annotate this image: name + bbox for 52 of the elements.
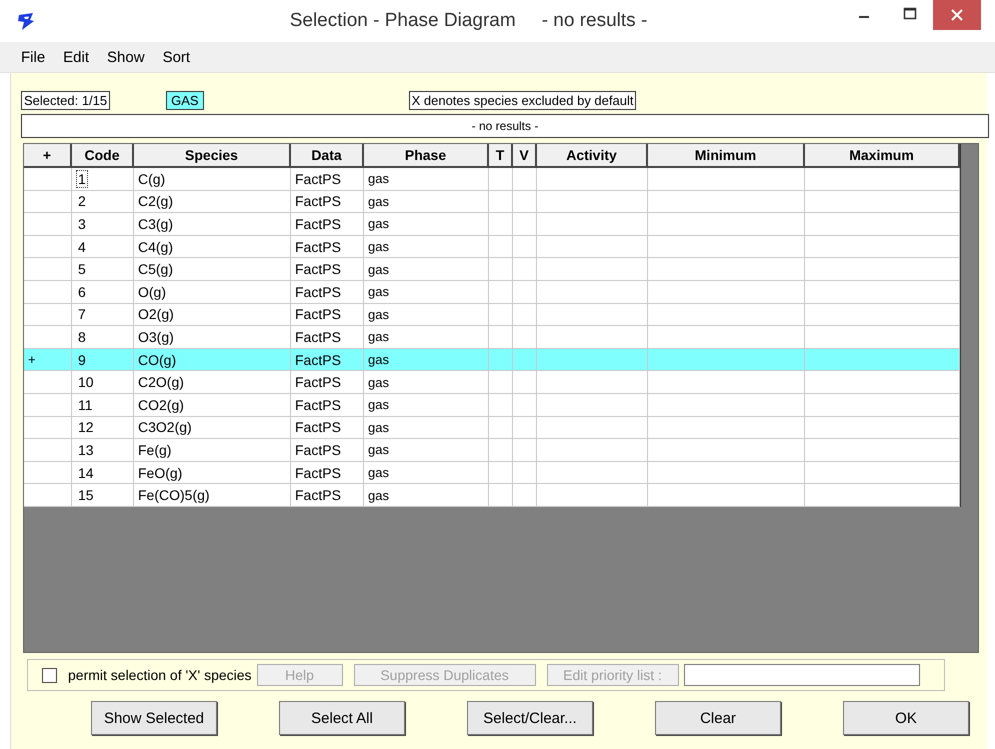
exclusion-note: X denotes species excluded by default [408,90,636,110]
table-row[interactable]: 4 C4(g) FactPS gas [24,236,960,258]
close-icon[interactable] [933,0,981,30]
column-header[interactable]: Minimum [648,144,805,168]
table-cell [513,484,537,507]
table-row[interactable]: + 9 CO(g) FactPS gas [24,348,960,372]
action-button[interactable]: Select/Clear... [467,701,593,735]
table-row[interactable]: 12 C3O2(g) FactPS gas [24,416,960,440]
column-header[interactable]: Data [291,144,364,168]
action-button[interactable]: Select All [279,701,405,735]
column-header[interactable]: Maximum [805,144,960,168]
table-row[interactable]: 13 Fe(g) FactPS gas [24,439,960,462]
table-cell: Fe(CO)5(g) [134,484,291,507]
table-row[interactable]: 5 C5(g) FactPS gas [24,258,960,281]
table-row[interactable]: 2 C2(g) FactPS gas [24,190,960,214]
table-row[interactable]: 8 O3(g) FactPS gas [24,326,960,349]
action-button[interactable]: OK [843,701,969,735]
table-row[interactable]: 1 C(g) FactPS gas [24,168,960,191]
menu-item[interactable]: Sort [156,48,198,66]
table-cell: FactPS [291,484,364,507]
checkbox[interactable] [42,668,57,682]
column-header[interactable]: T [489,144,513,168]
window-subtitle: - no results - [542,10,648,31]
table-cell [24,484,72,507]
action-button[interactable]: Show Selected [91,701,217,735]
action-button[interactable]: Clear [655,701,781,735]
table-row[interactable]: 15 Fe(CO)5(g) FactPS gas [24,484,960,507]
column-header[interactable]: Code [72,144,134,168]
table-cell: 15 [72,484,134,507]
window-title: Selection - Phase Diagram [290,10,516,31]
menu-item[interactable]: Edit [56,48,96,66]
column-header[interactable]: + [24,144,72,168]
selected-count: Selected: 1/15 [21,90,110,110]
priority-list-field[interactable] [684,664,920,686]
menu-item[interactable]: File [14,48,52,66]
table-row[interactable]: 6 O(g) FactPS gas [24,280,960,304]
column-header[interactable]: Activity [537,144,648,168]
menu-item[interactable]: Show [100,48,152,66]
app-logo-icon [16,11,36,31]
table-row[interactable]: 14 FeO(g) FactPS gas [24,462,960,484]
phase-tag: GAS [166,90,204,110]
table-row[interactable]: 3 C3(g) FactPS gas [24,213,960,236]
table-row[interactable]: 10 C2O(g) FactPS gas [24,371,960,394]
table-cell [489,484,513,507]
status-field: - no results - [21,114,989,138]
column-header[interactable]: Phase [364,144,489,168]
table-cell: gas [364,484,489,507]
column-header[interactable]: Species [134,144,291,168]
column-header[interactable]: V [513,144,537,168]
table-row[interactable]: 11 CO2(g) FactPS gas [24,394,960,417]
checkbox-label[interactable]: permit selection of 'X' species [68,667,252,683]
table-row[interactable]: 7 O2(g) FactPS gas [24,304,960,326]
